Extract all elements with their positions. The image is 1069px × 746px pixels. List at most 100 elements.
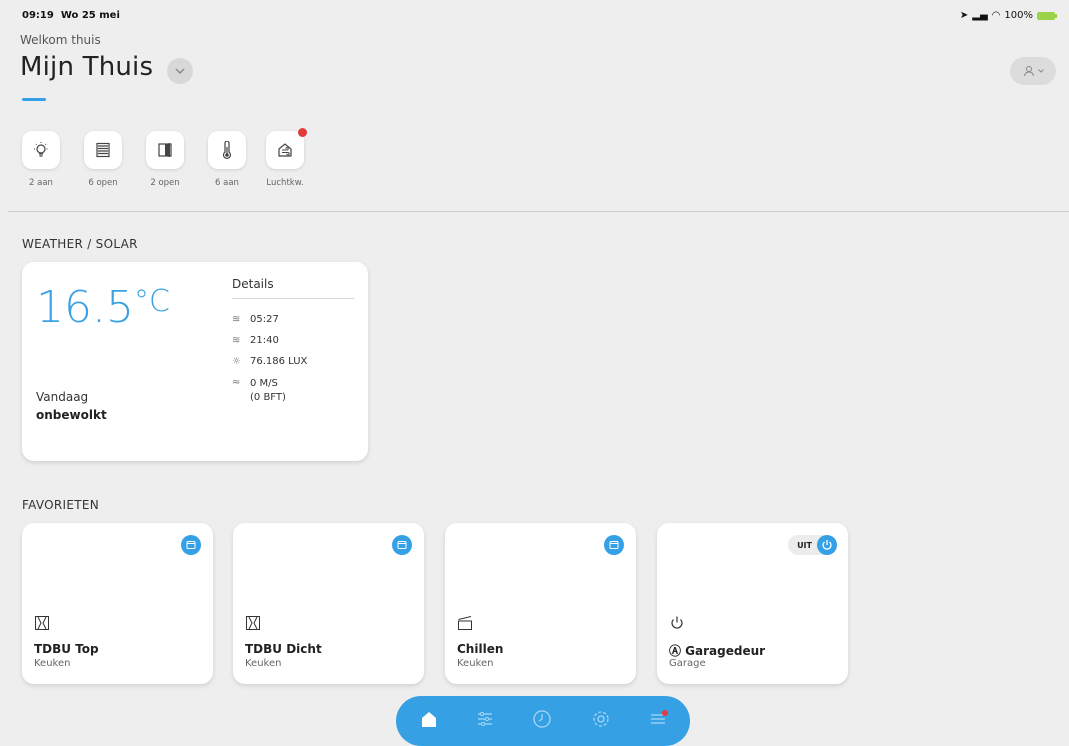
page-title: Mijn Thuis xyxy=(20,52,154,82)
favorites-section-title: FAVORIETEN xyxy=(22,498,100,512)
quick-action-button[interactable] xyxy=(84,131,122,169)
tab-menu[interactable] xyxy=(648,708,670,730)
home-icon xyxy=(422,712,436,727)
scene-icon xyxy=(458,616,472,630)
wind-value: 0 M/S (0 BFT) xyxy=(250,377,286,405)
details-divider xyxy=(232,298,354,299)
quick-action-button[interactable] xyxy=(208,131,246,169)
tab-schedule[interactable] xyxy=(531,708,553,730)
lux-value: 76.186 LUX xyxy=(250,356,308,367)
sun-icon: ☼ xyxy=(232,356,241,367)
quick-action-lights[interactable]: 2 aan xyxy=(18,131,64,188)
power-button[interactable] xyxy=(817,535,837,555)
quick-action-button[interactable] xyxy=(22,131,60,169)
wind-speed: 0 M/S xyxy=(250,378,278,389)
sunrise-time: 05:27 xyxy=(250,314,279,325)
power-icon xyxy=(671,616,683,629)
weather-section-title: WEATHER / SOLAR xyxy=(22,237,138,251)
temperature-value: 16.5 xyxy=(36,282,134,333)
window-blind-icon xyxy=(35,616,49,630)
status-time-value: 09:19 xyxy=(22,10,54,21)
blinds-icon xyxy=(397,541,407,549)
quick-action-label: 2 open xyxy=(150,178,180,188)
quick-action-climate[interactable]: 6 aan xyxy=(204,131,250,188)
chevron-down-icon xyxy=(175,68,185,74)
blinds-badge[interactable] xyxy=(392,535,412,555)
favorite-name: TDBU Dicht xyxy=(245,642,322,656)
power-toggle[interactable]: UIT xyxy=(788,535,837,555)
battery-percent: 100% xyxy=(1004,10,1033,21)
blinds-badge[interactable] xyxy=(181,535,201,555)
status-time: 09:19 Wo 25 mei xyxy=(22,10,120,21)
wind-icon: ≈ xyxy=(232,377,241,388)
blinds-icon xyxy=(186,541,196,549)
tab-home[interactable] xyxy=(418,708,440,730)
blinds-icon xyxy=(609,541,619,549)
sunset-time: 21:40 xyxy=(250,335,279,346)
tab-settings[interactable] xyxy=(590,708,612,730)
sunrise-icon: ≋ xyxy=(232,314,241,325)
status-date: Wo 25 mei xyxy=(60,10,120,21)
light-bulb-icon xyxy=(34,142,48,157)
favorite-room: Keuken xyxy=(457,658,494,669)
favorite-name: Chillen xyxy=(457,642,504,656)
chevron-down-icon xyxy=(1037,69,1044,73)
bottom-tab-bar xyxy=(396,696,690,746)
detail-sunrise: ≋ 05:27 xyxy=(232,314,279,325)
thermometer-icon xyxy=(222,141,232,159)
clock-icon xyxy=(533,710,551,728)
favorite-card-garagedeur[interactable]: UIT Ⓐ Garagedeur Garage xyxy=(657,523,848,684)
sunset-icon: ≋ xyxy=(232,335,241,346)
user-icon xyxy=(1023,66,1034,77)
menu-icon xyxy=(651,710,668,724)
status-indicators: ➤ ▂▄ ◠ 100% xyxy=(959,10,1057,21)
quick-action-button[interactable] xyxy=(266,128,307,169)
header-divider xyxy=(8,211,1069,212)
power-state-label: UIT xyxy=(797,540,812,550)
favorite-card-tdbu-top[interactable]: TDBU Top Keuken xyxy=(22,523,213,684)
quick-action-blinds[interactable]: 6 open xyxy=(80,131,126,188)
alert-badge xyxy=(298,128,307,137)
detail-wind: ≈ 0 M/S (0 BFT) xyxy=(232,377,286,405)
door-icon xyxy=(158,143,172,157)
favorite-name: TDBU Top xyxy=(34,642,99,656)
today-label: Vandaag xyxy=(36,390,89,404)
quick-action-air-quality[interactable]: Luchtkw. xyxy=(262,128,308,188)
user-menu-button[interactable] xyxy=(1010,57,1056,85)
quick-action-label: 2 aan xyxy=(29,178,53,188)
favorite-room: Keuken xyxy=(245,658,282,669)
wifi-icon: ◠ xyxy=(991,10,1001,21)
temperature-unit: °C xyxy=(133,284,170,319)
favorite-room: Keuken xyxy=(34,658,71,669)
favorite-name: Ⓐ Garagedeur xyxy=(669,644,766,658)
status-bar: 09:19 Wo 25 mei ➤ ▂▄ ◠ 100% xyxy=(22,10,1057,24)
blinds-icon xyxy=(96,142,110,158)
weather-card[interactable]: 16.5°C Vandaag onbewolkt Details ≋ 05:27… xyxy=(22,262,368,461)
battery-icon xyxy=(1037,11,1057,20)
window-blind-icon xyxy=(246,616,260,630)
welcome-subtitle: Welkom thuis xyxy=(20,33,101,47)
wind-beaufort: (0 BFT) xyxy=(250,392,286,403)
detail-lux: ☼ 76.186 LUX xyxy=(232,356,307,367)
controls-icon xyxy=(478,711,492,727)
tab-controls[interactable] xyxy=(474,708,496,730)
air-quality-icon xyxy=(278,143,292,157)
location-icon: ➤ xyxy=(959,10,969,21)
power-icon xyxy=(822,540,832,550)
home-selector-button[interactable] xyxy=(167,58,193,84)
details-title: Details xyxy=(232,277,274,291)
quick-action-label: Luchtkw. xyxy=(266,178,304,188)
quick-action-button[interactable] xyxy=(146,131,184,169)
detail-sunset: ≋ 21:40 xyxy=(232,335,279,346)
favorite-card-chillen[interactable]: Chillen Keuken xyxy=(445,523,636,684)
title-underline xyxy=(22,98,46,101)
favorite-card-tdbu-dicht[interactable]: TDBU Dicht Keuken xyxy=(233,523,424,684)
quick-action-doors[interactable]: 2 open xyxy=(142,131,188,188)
temperature: 16.5°C xyxy=(36,282,170,333)
signal-icon: ▂▄ xyxy=(972,10,988,21)
settings-icon xyxy=(593,711,609,727)
quick-action-label: 6 open xyxy=(88,178,118,188)
today-condition: onbewolkt xyxy=(36,408,107,422)
favorite-room: Garage xyxy=(669,658,706,669)
blinds-badge[interactable] xyxy=(604,535,624,555)
